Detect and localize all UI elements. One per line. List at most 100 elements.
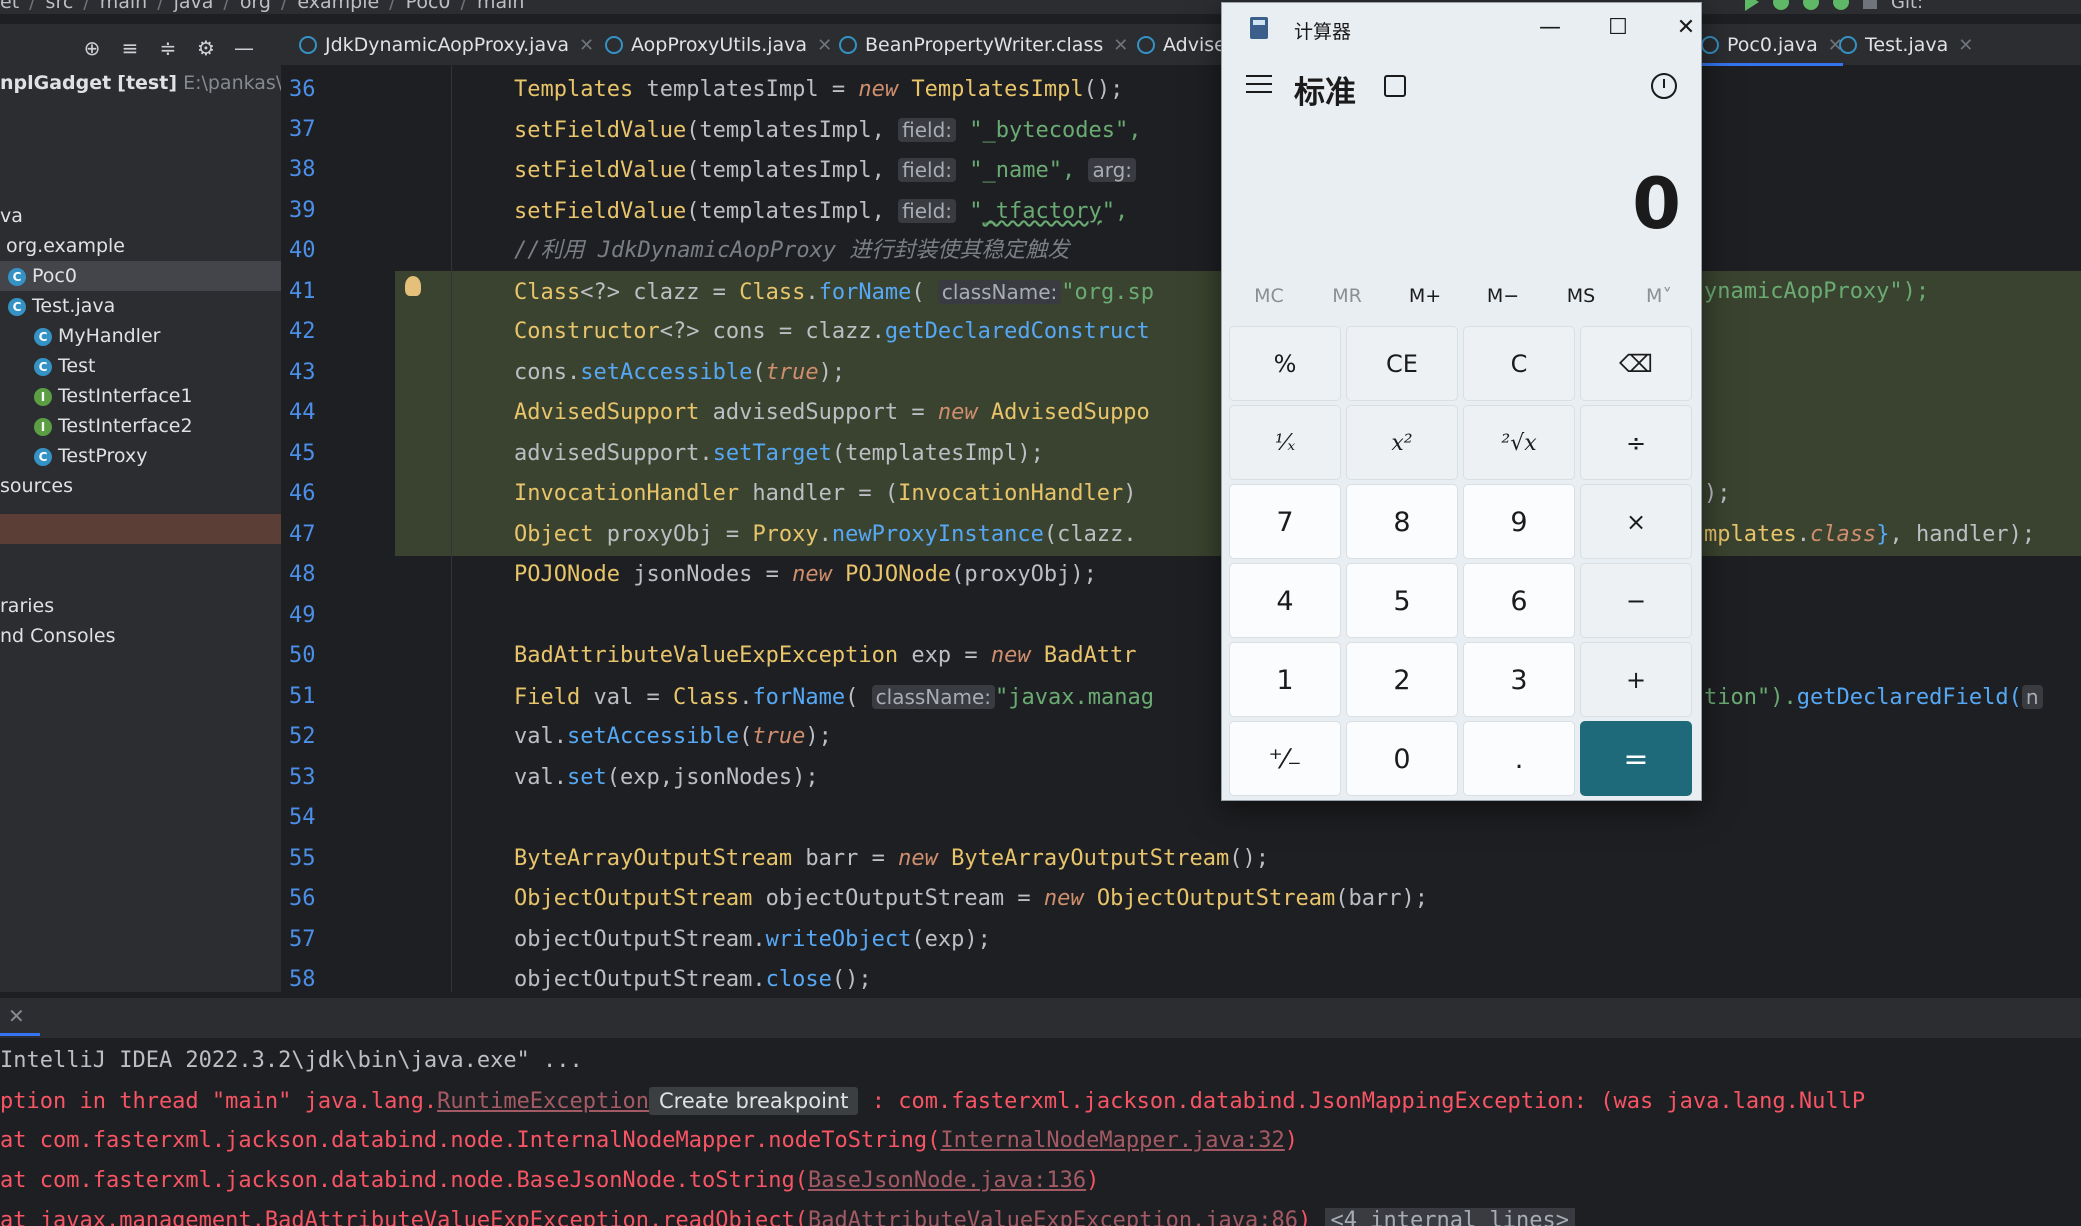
hamburger-menu-icon[interactable] (1246, 75, 1272, 95)
breadcrumb-item[interactable]: main (100, 0, 147, 13)
square-button[interactable]: x² (1346, 405, 1458, 480)
digit-1-button[interactable]: 1 (1229, 642, 1341, 717)
source-link[interactable]: BaseJsonNode.java:136 (808, 1168, 1086, 1193)
internal-lines-toggle[interactable]: <4 internal lines> (1324, 1208, 1575, 1226)
tree-item-java[interactable]: va (0, 201, 23, 231)
tree-item-libraries[interactable]: raries (0, 591, 54, 621)
minimize-button[interactable]: — (1530, 11, 1570, 45)
tree-item-myhandler[interactable]: C MyHandler (34, 321, 160, 351)
run-tab-indicator (0, 1033, 40, 1036)
line-number: 46 (289, 481, 316, 506)
console-line-error: at com.fasterxml.jackson.databind.node.I… (0, 1128, 1299, 1153)
equals-button[interactable]: = (1580, 721, 1692, 796)
tree-item-testproxy[interactable]: C TestProxy (34, 441, 147, 471)
editor-tabs: JdkDynamicAopProxy.java ✕ AopProxyUtils.j… (281, 24, 2081, 66)
digit-4-button[interactable]: 4 (1229, 563, 1341, 638)
close-icon[interactable]: ✕ (1958, 35, 1973, 56)
coverage-icon[interactable] (1803, 0, 1819, 10)
minus-button[interactable]: − (1580, 563, 1692, 638)
line-number: 41 (289, 279, 316, 304)
keep-on-top-icon[interactable] (1384, 75, 1406, 97)
tree-item-package[interactable]: org.example (6, 231, 125, 261)
tab-poc0[interactable]: Poc0.java ✕ (1687, 24, 1843, 66)
digit-6-button[interactable]: 6 (1463, 563, 1575, 638)
tree-item-test[interactable]: C Test (34, 351, 95, 381)
digit-0-button[interactable]: 0 (1346, 721, 1458, 796)
code-line: Field val = Class.forName( className: "ja… (514, 685, 1154, 710)
tab-jdkdynamicaopproxy[interactable]: JdkDynamicAopProxy.java ✕ (285, 24, 594, 66)
multiply-button[interactable]: × (1580, 484, 1692, 559)
collapse-all-icon[interactable]: ≑ (156, 36, 180, 60)
tree-item-poc0[interactable]: C Poc0 (8, 261, 77, 291)
digit-7-button[interactable]: 7 (1229, 484, 1341, 559)
profile-icon[interactable] (1833, 0, 1849, 10)
backspace-button[interactable]: ⌫ (1580, 326, 1692, 401)
stop-icon[interactable] (1863, 0, 1877, 9)
tree-item-test-java[interactable]: C Test.java (8, 291, 115, 321)
digit-5-button[interactable]: 5 (1346, 563, 1458, 638)
tree-item-testinterface2[interactable]: I TestInterface2 (34, 411, 193, 441)
clear-entry-button[interactable]: CE (1346, 326, 1458, 401)
breadcrumb-item[interactable]: main (477, 0, 524, 13)
reciprocal-button[interactable]: ¹⁄ₓ (1229, 405, 1341, 480)
negate-button[interactable]: ⁺⁄₋ (1229, 721, 1341, 796)
code-line: setFieldValue(templatesImpl, field: "_tf… (514, 199, 1129, 224)
hide-icon[interactable]: — (232, 36, 256, 60)
memory-recall-button[interactable]: MR (1312, 285, 1382, 307)
maximize-button[interactable]: ☐ (1598, 11, 1638, 45)
square-root-button[interactable]: ²√x (1463, 405, 1575, 480)
memory-subtract-button[interactable]: M− (1468, 285, 1538, 307)
decimal-button[interactable]: . (1463, 721, 1575, 796)
locate-icon[interactable]: ⊕ (80, 36, 104, 60)
exception-link[interactable]: RuntimeException (437, 1089, 649, 1114)
line-number: 48 (289, 562, 316, 587)
tree-item-testinterface1[interactable]: I TestInterface1 (34, 381, 193, 411)
line-number: 50 (289, 643, 316, 668)
close-button[interactable]: ✕ (1666, 11, 1706, 45)
breadcrumb-item[interactable]: Poc0 (406, 0, 451, 13)
history-icon[interactable] (1651, 73, 1677, 99)
tab-beanpropertywriter[interactable]: BeanPropertyWriter.class ✕ (825, 24, 1128, 66)
calculator-app-icon (1250, 17, 1268, 39)
gear-icon[interactable]: ⚙ (194, 36, 218, 60)
source-link[interactable]: BadAttributeValueExpException.java:86 (808, 1208, 1298, 1226)
memory-list-button[interactable]: M˅ (1624, 285, 1694, 307)
line-number: 56 (289, 886, 316, 911)
code-line: Constructor<?> cons = clazz.getDeclaredC… (514, 319, 1150, 344)
digit-8-button[interactable]: 8 (1346, 484, 1458, 559)
tree-item-scratches[interactable]: nd Consoles (0, 621, 115, 651)
tree-item-module[interactable]: nplGadget [test] E:\pankas\javas (0, 68, 281, 98)
breadcrumb-item[interactable]: java (174, 0, 214, 13)
plus-button[interactable]: + (1580, 642, 1692, 717)
code-line: Object proxyObj = Proxy.newProxyInstance… (514, 522, 1137, 547)
line-number: 40 (289, 238, 316, 263)
divide-button[interactable]: ÷ (1580, 405, 1692, 480)
digit-9-button[interactable]: 9 (1463, 484, 1575, 559)
breadcrumb-item[interactable]: et (0, 0, 19, 13)
memory-add-button[interactable]: M+ (1390, 285, 1460, 307)
create-breakpoint-button[interactable]: Create breakpoint (649, 1087, 859, 1115)
memory-clear-button[interactable]: MC (1234, 285, 1304, 307)
breadcrumb-item[interactable]: example (297, 0, 379, 13)
breadcrumb-item[interactable]: org (240, 0, 271, 13)
window-title: 计算器 (1294, 21, 1352, 43)
source-link[interactable]: InternalNodeMapper.java:32 (940, 1128, 1284, 1153)
tree-item-resources[interactable]: sources (0, 471, 73, 501)
code-line: ObjectOutputStream objectOutputStream = … (514, 886, 1428, 911)
line-number: 44 (289, 400, 316, 425)
digit-3-button[interactable]: 3 (1463, 642, 1575, 717)
tab-aopproxyutils[interactable]: AopProxyUtils.java ✕ (591, 24, 832, 66)
clear-button[interactable]: C (1463, 326, 1575, 401)
breadcrumb-item[interactable]: src (46, 0, 74, 13)
percent-button[interactable]: % (1229, 326, 1341, 401)
memory-store-button[interactable]: MS (1546, 285, 1616, 307)
digit-2-button[interactable]: 2 (1346, 642, 1458, 717)
run-icon[interactable] (1745, 0, 1759, 11)
line-number: 53 (289, 765, 316, 790)
tab-test[interactable]: Test.java ✕ (1825, 24, 1973, 66)
expand-all-icon[interactable]: ≡ (118, 36, 142, 60)
close-icon[interactable]: ✕ (8, 1004, 25, 1028)
class-icon: C (8, 297, 26, 316)
debug-icon[interactable] (1773, 0, 1789, 10)
lightbulb-icon[interactable] (405, 276, 421, 296)
